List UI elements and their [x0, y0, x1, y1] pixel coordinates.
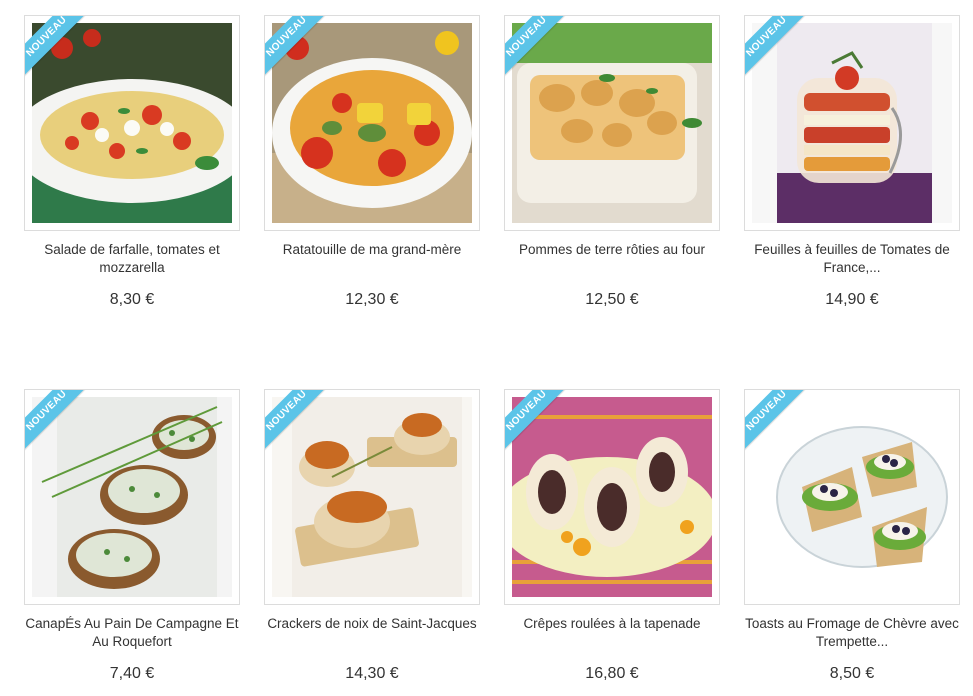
tomato-millefeuille-image — [752, 23, 952, 223]
product-image-link[interactable]: NOUVEAU — [744, 389, 960, 605]
product-name-link[interactable]: CanapÉs Au Pain De Campagne Et Au Roquef… — [24, 615, 240, 651]
product-image-link[interactable]: NOUVEAU — [504, 389, 720, 605]
product-name-link[interactable]: Pommes de terre rôties au four — [504, 241, 720, 259]
product-image-link[interactable]: NOUVEAU — [504, 15, 720, 231]
scallop-crackers-image — [272, 397, 472, 597]
ratatouille-image — [272, 23, 472, 223]
product-price: 7,40 € — [109, 665, 155, 682]
product-name-link[interactable]: Toasts au Fromage de Chèvre avec Trempet… — [744, 615, 960, 651]
product-name-link[interactable]: Crackers de noix de Saint-Jacques — [264, 615, 480, 633]
product-price: 16,80 € — [585, 665, 639, 682]
product-price: 12,50 € — [585, 291, 639, 308]
product-price: 14,30 € — [345, 665, 399, 682]
product-image-link[interactable]: NOUVEAU — [264, 15, 480, 231]
product-price: 8,30 € — [109, 291, 155, 308]
roasted-potatoes-image — [512, 23, 712, 223]
product-price: 12,30 € — [345, 291, 399, 308]
product-image-link[interactable]: NOUVEAU — [264, 389, 480, 605]
pasta-salad-image — [32, 23, 232, 223]
product-name-link[interactable]: Ratatouille de ma grand-mère — [264, 241, 480, 259]
product-image-link[interactable]: NOUVEAU — [24, 15, 240, 231]
goat-cheese-toasts-image — [752, 397, 952, 597]
rolled-crepes-image — [512, 397, 712, 597]
product-image-link[interactable]: NOUVEAU — [744, 15, 960, 231]
product-name-link[interactable]: Crêpes roulées à la tapenade — [504, 615, 720, 633]
roquefort-canapes-image — [32, 397, 232, 597]
product-price: 14,90 € — [825, 291, 879, 308]
product-name-link[interactable]: Salade de farfalle, tomates et mozzarell… — [24, 241, 240, 277]
product-image-link[interactable]: NOUVEAU — [24, 389, 240, 605]
product-name-link[interactable]: Feuilles à feuilles de Tomates de France… — [744, 241, 960, 277]
product-price: 8,50 € — [829, 665, 875, 682]
